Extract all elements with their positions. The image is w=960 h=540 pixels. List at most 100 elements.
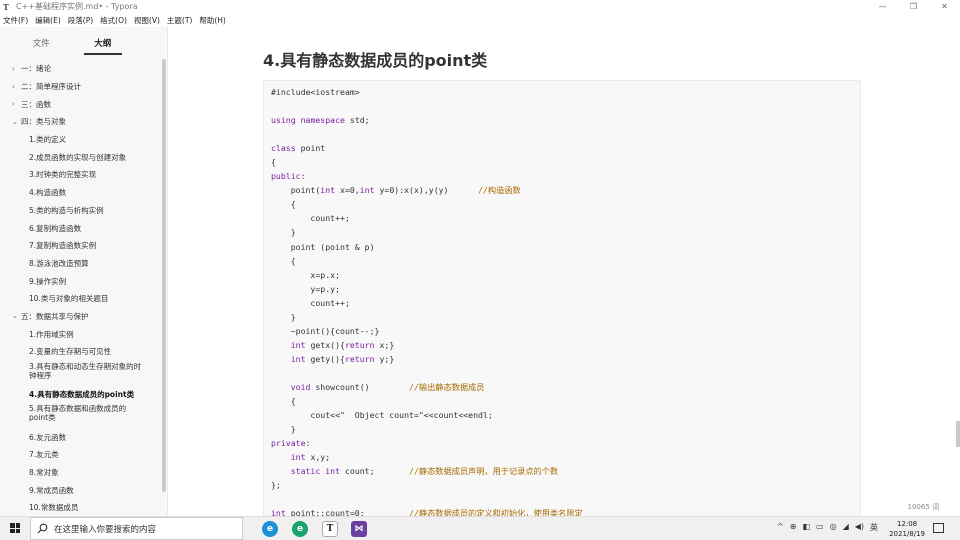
outline-item-label: 10.类与对象的相关题目 — [29, 294, 109, 304]
notification-icon[interactable] — [933, 523, 944, 533]
code-line: { — [271, 255, 296, 266]
code-line: count++; — [271, 297, 350, 308]
close-button[interactable]: ✕ — [929, 0, 960, 13]
outline-item[interactable]: › 二：简单程序设计 — [0, 78, 162, 96]
outline-item-label: 4.构造函数 — [29, 188, 67, 198]
menu-view[interactable]: 视图(V) — [134, 15, 160, 26]
edge-icon[interactable]: e — [292, 521, 308, 537]
search-icon — [37, 523, 48, 534]
outline-item[interactable]: 5.类的构造与析构实例 — [0, 202, 162, 220]
chevron-right-icon[interactable]: › — [12, 65, 21, 73]
tray-icon[interactable]: ◢ — [843, 522, 849, 533]
chevron-down-icon[interactable]: ⌄ — [12, 118, 21, 126]
tray-icon[interactable]: ^ — [777, 522, 784, 533]
outline-item[interactable]: 7.复制构造函数实例 — [0, 237, 162, 255]
outline-item-label: 8.游泳池改造预算 — [29, 258, 89, 268]
outline-item-label: 9.常成员函数 — [29, 485, 74, 495]
chevron-right-icon[interactable]: › — [12, 100, 21, 108]
outline-item[interactable]: 2.成员函数的实现与创建对象 — [0, 148, 162, 166]
code-line: count++; — [271, 213, 350, 224]
tray-icon[interactable]: ◀) — [855, 522, 864, 533]
outline-item[interactable]: 1.类的定义 — [0, 131, 162, 149]
outline-item[interactable]: 10.常数据成员 — [0, 499, 162, 517]
maximize-button[interactable]: ❐ — [898, 0, 929, 13]
clock[interactable]: 12:08 2021/8/19 — [889, 519, 925, 539]
code-line: point (point & p) — [271, 241, 375, 252]
code-line: using namespace std; — [271, 115, 370, 126]
code-line: cout<<" Object count="<<count<<endl; — [271, 410, 493, 421]
code-line: private: — [271, 438, 311, 449]
outline-item[interactable]: 6.复制构造函数 — [0, 219, 162, 237]
outline-item-label: 2.变量的生存期与可见性 — [29, 347, 112, 357]
menu-bar: 文件(F) 编辑(E) 段落(P) 格式(O) 视图(V) 主题(T) 帮助(H… — [0, 13, 960, 27]
typora-app-icon: T — [3, 1, 9, 12]
outline-item-label: 3.具有静态和动态生存期对象的时钟程序 — [29, 361, 142, 380]
word-count[interactable]: 10065 词 — [908, 502, 940, 512]
code-line: } — [271, 424, 296, 435]
outline-item[interactable]: 2.变量的生存期与可见性 — [0, 343, 162, 361]
outline-item[interactable]: ⌄ 五：数据共享与保护 — [0, 308, 162, 326]
outline-item[interactable]: 6.友元函数 — [0, 428, 162, 446]
visual-studio-icon[interactable]: ⋈ — [351, 521, 367, 537]
outline-item-label: 四：类与对象 — [21, 117, 66, 127]
outline-item-label: 10.常数据成员 — [29, 503, 79, 513]
menu-edit[interactable]: 编辑(E) — [35, 15, 61, 26]
outline-item[interactable]: 10.类与对象的相关题目 — [0, 290, 162, 308]
chevron-right-icon[interactable]: › — [12, 83, 21, 91]
outline-item[interactable]: ⌄ 四：类与对象 — [0, 113, 162, 131]
outline-item[interactable]: 9.常成员函数 — [0, 481, 162, 499]
sidebar-scrollbar[interactable] — [162, 59, 166, 492]
outline-item[interactable]: 4.具有静态数据成员的point类 — [0, 386, 162, 404]
tray-icon[interactable]: ◧ — [802, 522, 810, 533]
outline-item[interactable]: 3.具有静态和动态生存期对象的时钟程序 — [0, 361, 162, 386]
menu-file[interactable]: 文件(F) — [3, 15, 28, 26]
code-line: y=p.y; — [271, 283, 341, 294]
outline-item[interactable]: 8.游泳池改造预算 — [0, 255, 162, 273]
code-line: { — [271, 157, 276, 168]
menu-format[interactable]: 格式(O) — [100, 15, 127, 26]
minimize-button[interactable]: — — [867, 0, 898, 13]
outline-item[interactable]: 4.构造函数 — [0, 184, 162, 202]
outline-item-label: 7.友元类 — [29, 450, 59, 460]
code-line: x=p.x; — [271, 269, 341, 280]
code-line: int getx(){return x;} — [290, 339, 395, 350]
tab-outline[interactable]: 大纲 — [83, 27, 122, 55]
outline-item[interactable]: 9.操作实例 — [0, 272, 162, 290]
outline-item-label: 二：简单程序设计 — [21, 82, 81, 92]
taskbar-search[interactable]: 在这里输入你要搜索的内容 — [30, 517, 243, 540]
code-line: point(int x=0,int y=0):x(x),y(y) //构造函数 — [271, 185, 521, 196]
outline-item[interactable]: 5.具有静态数据和函数成员的point类 — [0, 403, 162, 428]
outline-item[interactable]: 3.时钟类的完整实现 — [0, 166, 162, 184]
tray-icon[interactable]: ▭ — [816, 522, 824, 533]
editor-scrollbar[interactable] — [956, 421, 960, 447]
chevron-down-icon[interactable]: ⌄ — [12, 312, 21, 320]
outline-item[interactable]: › 一：绪论 — [0, 60, 162, 78]
outline-item-label: 5.具有静态数据和函数成员的point类 — [29, 404, 127, 423]
outline-item[interactable]: 1.作用域实例 — [0, 325, 162, 343]
outline-item[interactable]: 7.友元类 — [0, 446, 162, 464]
editor-area[interactable]: 4.具有静态数据成员的point类 #include<iostream> usin… — [169, 27, 960, 520]
tab-files[interactable]: 文件 — [22, 27, 61, 55]
tray-icon[interactable]: 英 — [870, 522, 878, 533]
tray-icon[interactable]: ◎ — [830, 522, 837, 533]
code-line: } — [271, 311, 296, 322]
title-bar: T C++基础程序实例.md• - Typora — ❐ ✕ — [0, 0, 960, 13]
windows-start-icon[interactable] — [10, 523, 20, 533]
menu-theme[interactable]: 主题(T) — [167, 15, 192, 26]
outline-item[interactable]: › 三：函数 — [0, 95, 162, 113]
tray-icon[interactable]: ⊕ — [790, 522, 797, 533]
outline-item-label: 4.具有静态数据成员的point类 — [29, 390, 135, 400]
code-line: static int count; //静态数据成员声明，用于记录点的个数 — [290, 466, 559, 477]
code-line: public: — [271, 171, 306, 182]
outline-item-label: 8.常对象 — [29, 468, 59, 478]
typora-taskbar-icon[interactable]: T — [322, 521, 338, 537]
outline-list: › 一：绪论 › 二：简单程序设计 › 三：函数 ⌄ 四：类与对象 1.类的定义 2.成员函数的实… — [0, 60, 162, 517]
outline-item[interactable]: 8.常对象 — [0, 464, 162, 482]
code-block[interactable]: #include<iostream> using namespace std; cl… — [263, 80, 861, 520]
menu-help[interactable]: 帮助(H) — [199, 15, 226, 26]
edge-legacy-icon[interactable]: e — [262, 521, 278, 537]
outline-item-label: 三：函数 — [21, 99, 51, 109]
menu-paragraph[interactable]: 段落(P) — [68, 15, 93, 26]
